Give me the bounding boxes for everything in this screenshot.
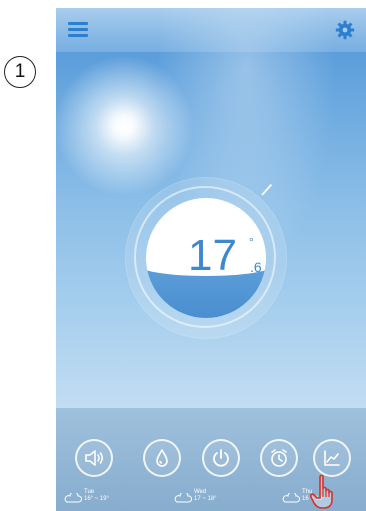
cloud-icon	[282, 493, 300, 503]
menu-icon[interactable]	[68, 22, 88, 38]
degree-symbol: °	[249, 235, 254, 249]
power-icon	[213, 449, 229, 467]
forecast-day: Wed	[194, 489, 207, 495]
forecast-day: Tue	[84, 489, 95, 495]
cloud-icon	[174, 493, 192, 503]
forecast-range: 16° ~ 19°	[84, 496, 109, 503]
temperature-value: 17	[188, 231, 237, 280]
gear-icon[interactable]	[335, 20, 355, 40]
dial-face: 17 ° .6	[146, 198, 266, 318]
page: 1 17 ° .6 Tue 16° ~ 19° Wed 17 ~ 18° Thu…	[0, 0, 366, 511]
hand-pointer-icon	[309, 474, 333, 509]
history-chart-button[interactable]	[313, 439, 351, 477]
humidity-button[interactable]	[143, 439, 181, 477]
alarm-button[interactable]	[260, 439, 298, 477]
dial-indicator	[261, 183, 273, 196]
top-bar	[56, 8, 366, 52]
chart-icon	[324, 450, 340, 466]
step-number: 1	[14, 61, 26, 82]
step-number-badge: 1	[4, 56, 36, 88]
forecast-range: 17 ~ 18°	[194, 496, 217, 503]
sound-button[interactable]	[75, 439, 113, 477]
speaker-icon	[85, 450, 104, 466]
power-button[interactable]	[202, 439, 240, 477]
cloud-icon	[64, 493, 82, 503]
drop-icon	[156, 449, 168, 467]
alarm-clock-icon	[271, 449, 287, 467]
temperature-dial[interactable]: 17 ° .6	[126, 178, 286, 338]
phone-screen: 17 ° .6 Tue 16° ~ 19° Wed 17 ~ 18° Thu 1…	[56, 8, 366, 511]
temperature-decimal: .6	[250, 259, 262, 275]
